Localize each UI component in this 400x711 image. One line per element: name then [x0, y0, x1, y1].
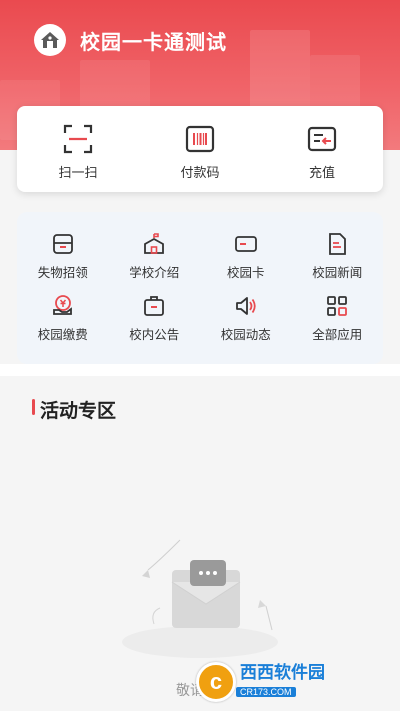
- service-campus-card[interactable]: 校园卡: [200, 232, 292, 294]
- service-label: 校园新闻: [312, 266, 363, 280]
- recharge-button[interactable]: 充值: [261, 106, 383, 192]
- notice-icon: [144, 296, 165, 316]
- service-campus-payment[interactable]: 校园缴费: [17, 294, 109, 356]
- scan-label: 扫一扫: [58, 165, 98, 180]
- app-logo-icon: [34, 24, 66, 56]
- service-all-apps[interactable]: 全部应用: [292, 294, 384, 356]
- speaker-icon: [235, 297, 256, 315]
- recharge-label: 充值: [308, 165, 335, 180]
- news-icon: [329, 233, 347, 255]
- watermark-text-block: 西西软件园 CR173.COM: [236, 664, 325, 700]
- app-title: 校园一卡通测试: [80, 32, 227, 54]
- payment-code-label: 付款码: [180, 165, 220, 180]
- watermark-icon: c: [196, 662, 236, 702]
- payment-code-button[interactable]: 付款码: [139, 106, 261, 192]
- service-label: 校园缴费: [37, 328, 88, 342]
- watermark-logo: c 西西软件园 CR173.COM: [196, 660, 382, 704]
- card-icon: [234, 236, 257, 252]
- service-label: 校园动态: [220, 328, 271, 342]
- school-icon: [144, 233, 165, 254]
- service-label: 校内公告: [129, 328, 180, 342]
- service-label: 校园卡: [226, 266, 265, 280]
- watermark-name: 西西软件园: [240, 663, 325, 682]
- service-label: 学校介绍: [129, 266, 180, 280]
- service-campus-news[interactable]: 校园新闻: [292, 232, 384, 294]
- lost-found-icon: [52, 234, 73, 254]
- divider-band: [0, 364, 400, 376]
- service-campus-dynamics[interactable]: 校园动态: [200, 294, 292, 356]
- barcode-icon: [185, 125, 215, 153]
- service-label: 全部应用: [312, 328, 363, 342]
- all-apps-icon: [327, 296, 348, 316]
- recharge-icon: [307, 126, 337, 152]
- activity-title: 活动专区: [40, 401, 117, 422]
- payment-icon: [52, 295, 72, 315]
- service-school-notice[interactable]: 校内公告: [109, 294, 201, 356]
- quick-actions-card: 扫一扫 付款码 充值: [17, 106, 383, 192]
- services-grid: 失物招领 学校介绍 校园卡 校园新闻 校园缴费 校内公告 校园动态 全部应用: [17, 212, 383, 364]
- service-school-intro[interactable]: 学校介绍: [109, 232, 201, 294]
- scan-icon: [63, 124, 93, 154]
- empty-state-illustration: [122, 539, 278, 658]
- service-lost-found[interactable]: 失物招领: [17, 232, 109, 294]
- scan-button[interactable]: 扫一扫: [17, 106, 139, 192]
- watermark-sub: CR173.COM: [236, 687, 296, 697]
- service-label: 失物招领: [37, 266, 88, 280]
